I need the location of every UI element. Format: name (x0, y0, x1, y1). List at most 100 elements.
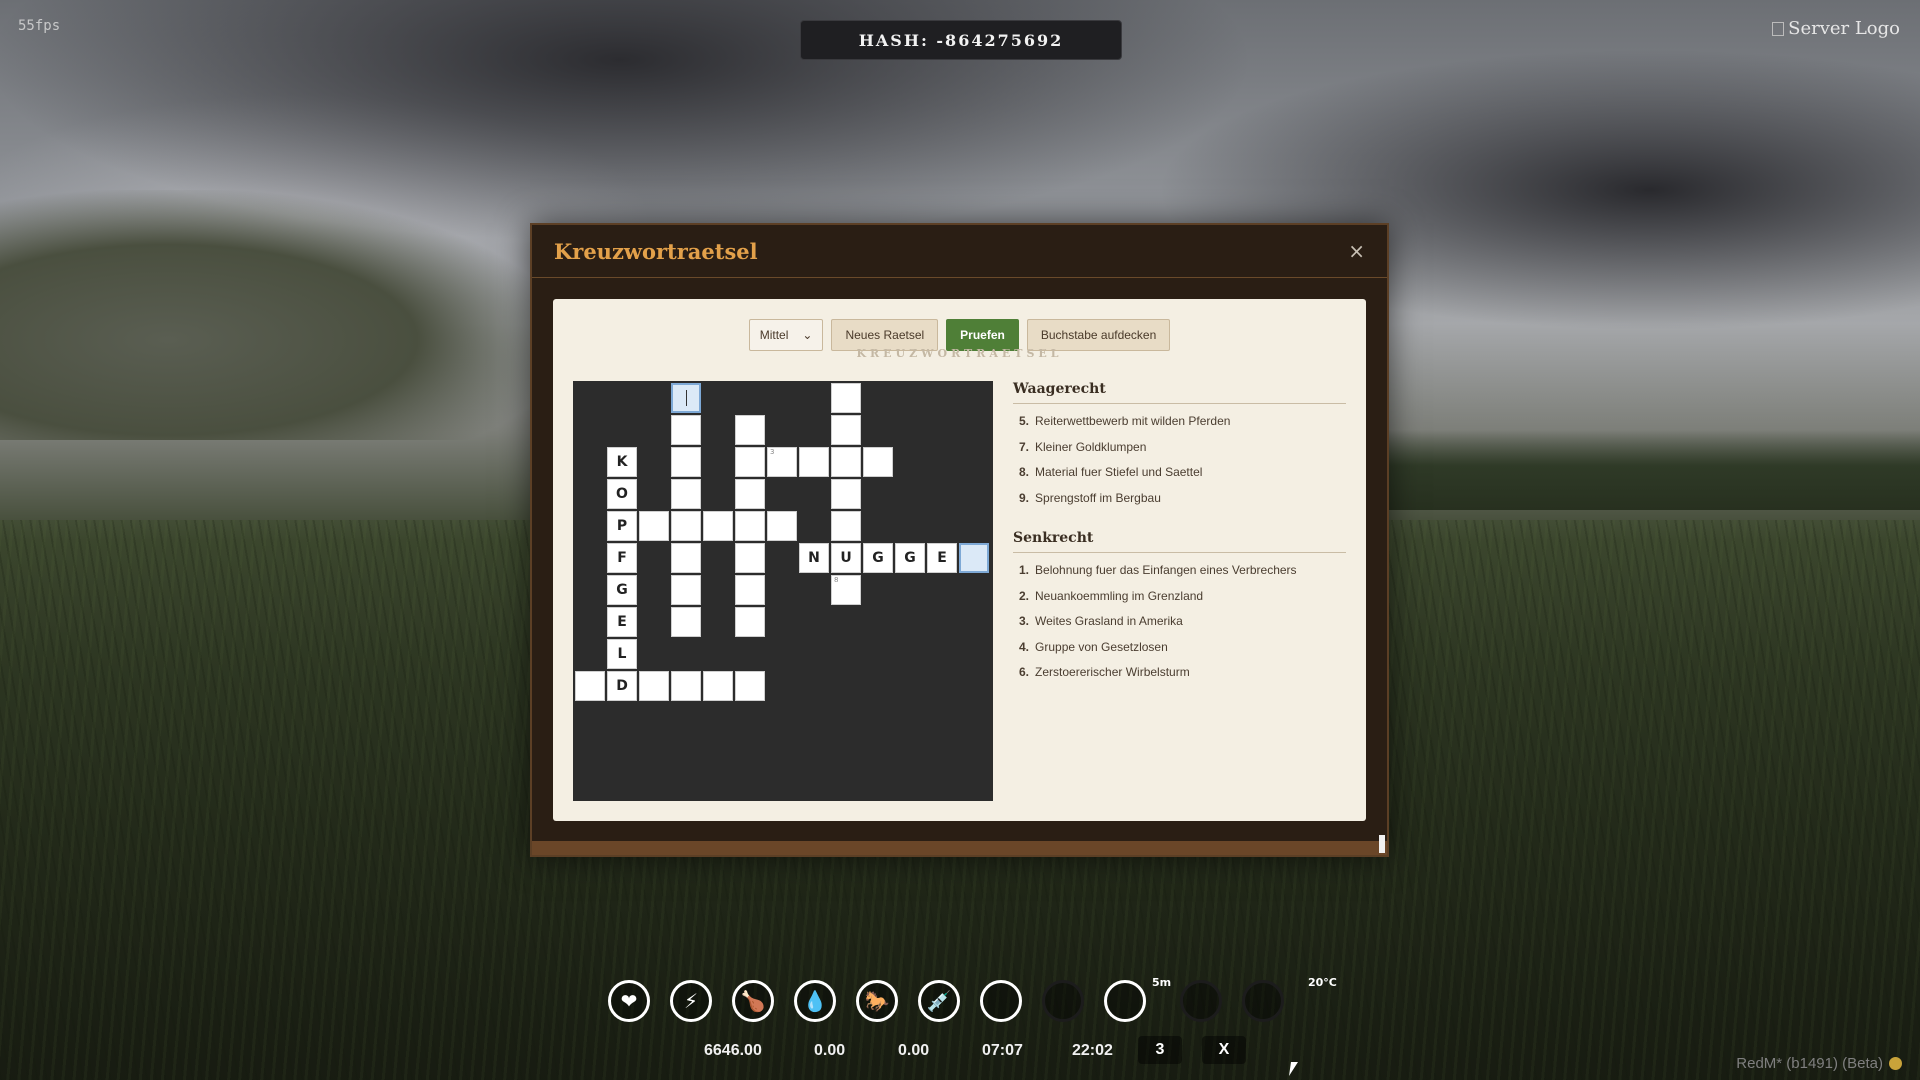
crossword-cell[interactable] (735, 575, 765, 605)
crossword-cell[interactable] (831, 383, 861, 413)
time-value-2: 22:02 (1072, 1042, 1113, 1059)
dark-ring-icon (1042, 980, 1084, 1022)
clue-item[interactable]: 2. Neuankoemmling im Grenzland (1019, 589, 1346, 615)
clue-text: Reiterwettbewerb mit wilden Pferden (1035, 414, 1231, 428)
clue-item[interactable]: 5. Reiterwettbewerb mit wilden Pferden (1019, 414, 1346, 440)
cell-letter: G (616, 582, 628, 598)
cell-letter: U (840, 550, 852, 566)
crossword-cell[interactable] (735, 671, 765, 701)
crossword-cell[interactable] (831, 479, 861, 509)
clue-item[interactable]: 4. Gruppe von Gesetzlosen (1019, 640, 1346, 666)
crossword-cell[interactable]: 8 (831, 575, 861, 605)
time-value-1: 07:07 (982, 1042, 1023, 1059)
crossword-cell[interactable] (703, 671, 733, 701)
crossword-cell[interactable] (735, 479, 765, 509)
hud-bar: 6646.00 0.00 0.00 07:07 22:02 3 X 5m 20°… (608, 976, 1337, 1064)
crossword-cell[interactable] (703, 511, 733, 541)
fps-counter: 55fps (18, 18, 61, 34)
crossword-cell[interactable]: N (799, 543, 829, 573)
crossword-cell[interactable]: G (863, 543, 893, 573)
clue-item[interactable]: 7. Kleiner Goldklumpen (1019, 440, 1346, 466)
clue-item[interactable]: 8. Material fuer Stiefel und Saettel (1019, 465, 1346, 491)
heart-icon: ❤ (608, 980, 650, 1022)
crossword-cell[interactable] (671, 607, 701, 637)
clue-number: 1. (1019, 563, 1030, 577)
crossword-cell[interactable]: O (607, 479, 637, 509)
clue-text: Gruppe von Gesetzlosen (1035, 639, 1168, 654)
crossword-cell[interactable] (863, 447, 893, 477)
close-x-badge[interactable]: X (1202, 1036, 1246, 1064)
crossword-cell[interactable] (735, 543, 765, 573)
cell-letter: O (616, 486, 628, 502)
crossword-cell[interactable]: P (607, 511, 637, 541)
crossword-cell[interactable]: 3 (767, 447, 797, 477)
stamina-icon: ⚡ (670, 980, 712, 1022)
hash-banner: HASH: -864275692 (800, 20, 1122, 60)
close-icon[interactable]: × (1348, 239, 1365, 263)
crossword-cell[interactable] (831, 415, 861, 445)
crossword-cell[interactable]: E (927, 543, 957, 573)
crossword-cell[interactable] (639, 671, 669, 701)
scrollbar-thumb[interactable] (1379, 835, 1385, 853)
footer-brand-text: RedM* (b1491) (Beta) (1736, 1055, 1883, 1072)
crossword-cell[interactable]: F (607, 543, 637, 573)
crossword-cell[interactable]: D (607, 671, 637, 701)
crossword-cell[interactable] (831, 447, 861, 477)
count-badge: 3 (1138, 1036, 1182, 1064)
modal-content: Mittel ⌄ Neues Raetsel Pruefen Buchstabe… (553, 299, 1366, 821)
crossword-cell[interactable] (671, 383, 701, 413)
crossword-cell[interactable] (735, 607, 765, 637)
crossword-cell[interactable] (575, 671, 605, 701)
crossword-cell[interactable]: K (607, 447, 637, 477)
crossword-cell[interactable]: G (895, 543, 925, 573)
clue-item[interactable]: 1. Belohnung fuer das Einfangen eines Ver… (1019, 563, 1346, 589)
crossword-cell[interactable] (735, 415, 765, 445)
crossword-cell[interactable] (767, 511, 797, 541)
crossword-cell[interactable] (671, 447, 701, 477)
temperature-label: 20°C (1308, 976, 1337, 989)
clue-item[interactable]: 9. Sprengstoff im Bergbau (1019, 491, 1346, 517)
crossword-cell[interactable] (671, 415, 701, 445)
crossword-cell[interactable] (831, 511, 861, 541)
clue-number: 2. (1019, 588, 1030, 603)
cell-letter: P (616, 518, 628, 534)
clue-number: 3. (1019, 614, 1030, 628)
modal-footer (532, 841, 1387, 855)
clue-item[interactable]: 3. Weites Grasland in Amerika (1019, 614, 1346, 640)
clue-item[interactable]: 6. Zerstoererischer Wirbelsturm (1019, 665, 1346, 691)
crossword-cell[interactable] (735, 511, 765, 541)
compass-icon (1180, 980, 1222, 1022)
server-logo-alt: Server Logo (1788, 18, 1900, 39)
crossword-cell[interactable]: U (831, 543, 861, 573)
crossword-cell[interactable] (639, 511, 669, 541)
chevron-down-icon: ⌄ (802, 328, 813, 342)
hud-value-3: 0.00 (898, 1042, 930, 1059)
crossword-cell[interactable] (671, 543, 701, 573)
crossword-cell[interactable] (799, 447, 829, 477)
modal-title: Kreuzwortraetsel (554, 238, 758, 264)
crossword-cell[interactable]: G (607, 575, 637, 605)
cell-letter: E (617, 614, 627, 630)
clue-number: 4. (1019, 639, 1030, 654)
crossword-cell[interactable] (671, 575, 701, 605)
clue-text: Kleiner Goldklumpen (1035, 439, 1147, 454)
crossword-grid: K3OPFNUGGEG8ELD (573, 381, 993, 801)
temperature-icon (1242, 980, 1284, 1022)
crossword-cell[interactable] (671, 479, 701, 509)
crossword-cell[interactable]: E (607, 607, 637, 637)
clue-text: Neuankoemmling im Grenzland (1035, 588, 1204, 603)
clue-number: 6. (1019, 665, 1030, 679)
crossword-cell[interactable] (671, 511, 701, 541)
background-treeline (1300, 430, 1920, 510)
clue-text: Material fuer Stiefel und Saettel (1035, 465, 1203, 479)
clue-text: Weites Grasland in Amerika (1035, 614, 1183, 628)
cell-letter: L (617, 646, 627, 662)
crossword-cell[interactable] (959, 543, 989, 573)
crossword-cell[interactable] (671, 671, 701, 701)
crossword-modal: Kreuzwortraetsel × Mittel ⌄ Neues Raetse… (530, 223, 1389, 857)
down-clue-list: 1. Belohnung fuer das Einfangen eines Ver… (1013, 563, 1346, 691)
horse-icon: 🐎 (856, 980, 898, 1022)
crossword-cell[interactable]: L (607, 639, 637, 669)
crossword-cell[interactable] (735, 447, 765, 477)
timer-label: 5m (1152, 976, 1172, 989)
